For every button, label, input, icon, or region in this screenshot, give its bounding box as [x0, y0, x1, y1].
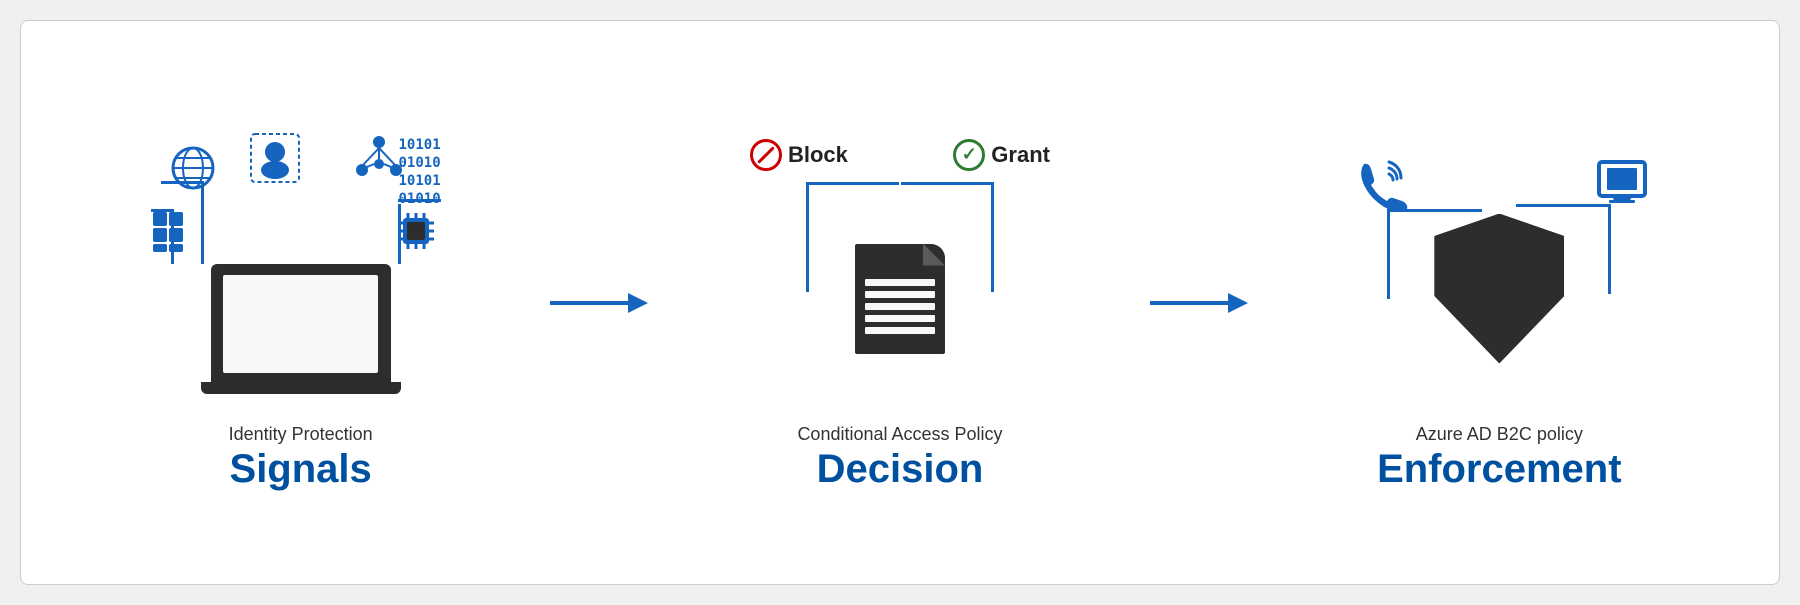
arrow-1 [540, 288, 660, 318]
arrow-2 [1140, 288, 1260, 318]
enforcement-title: Enforcement [1377, 447, 1622, 492]
doc-line [865, 327, 935, 334]
shield-shape [1434, 214, 1564, 364]
signals-subtitle: Identity Protection [229, 424, 373, 445]
diagram-container: 10101010101010101010 [20, 20, 1780, 585]
block-label: Block [750, 139, 848, 171]
doc-line [865, 279, 935, 286]
dec-block-connector-v [806, 182, 809, 292]
decision-subtitle: Conditional Access Policy [797, 424, 1002, 445]
signals-section: 10101010101010101010 [61, 114, 540, 492]
enforcement-icon-area [1319, 114, 1679, 414]
signals-title: Signals [229, 447, 373, 492]
block-text: Block [788, 142, 848, 168]
user-face-icon [249, 132, 301, 189]
signals-illustration: 10101010101010101010 [141, 124, 461, 404]
doc-line [865, 291, 935, 298]
doc-line [865, 315, 935, 322]
tablet-icon [1593, 152, 1651, 220]
document-icon [855, 244, 945, 354]
enforcement-subtitle: Azure AD B2C policy [1377, 424, 1622, 445]
grant-text: Grant [991, 142, 1050, 168]
chip-icon [393, 208, 439, 262]
laptop-body [211, 264, 391, 384]
doc-corner [923, 244, 945, 266]
phone-icon [1349, 154, 1409, 226]
arrow-icon [1150, 288, 1250, 318]
shield-icon [1434, 214, 1564, 364]
signals-labels: Identity Protection Signals [229, 424, 373, 492]
dec-grant-connector-v [991, 182, 994, 292]
grant-label: ✓ Grant [953, 139, 1050, 171]
enforcement-section: Azure AD B2C policy Enforcement [1260, 114, 1739, 492]
laptop-screen [223, 275, 378, 373]
enforcement-illustration [1319, 124, 1679, 404]
enforcement-labels: Azure AD B2C policy Enforcement [1377, 424, 1622, 492]
arrow-icon [550, 288, 650, 318]
decision-icon-area: Block ✓ Grant [730, 114, 1070, 414]
decision-labels: Conditional Access Policy Decision [797, 424, 1002, 492]
doc-lines [865, 279, 935, 339]
grant-icon: ✓ [953, 139, 985, 171]
laptop-base [201, 382, 401, 394]
doc-line [865, 303, 935, 310]
block-icon [750, 139, 782, 171]
globe-icon [169, 144, 217, 201]
binary-icon: 10101010101010101010 [399, 136, 441, 209]
decision-title: Decision [797, 447, 1002, 492]
signals-icon-area: 10101010101010101010 [141, 114, 461, 414]
grid-icon [151, 210, 197, 264]
dec-grant-connector-h [901, 182, 994, 185]
decision-section: Block ✓ Grant [660, 114, 1139, 492]
dec-block-connector-h [806, 182, 899, 185]
decision-illustration: Block ✓ Grant [730, 124, 1070, 404]
